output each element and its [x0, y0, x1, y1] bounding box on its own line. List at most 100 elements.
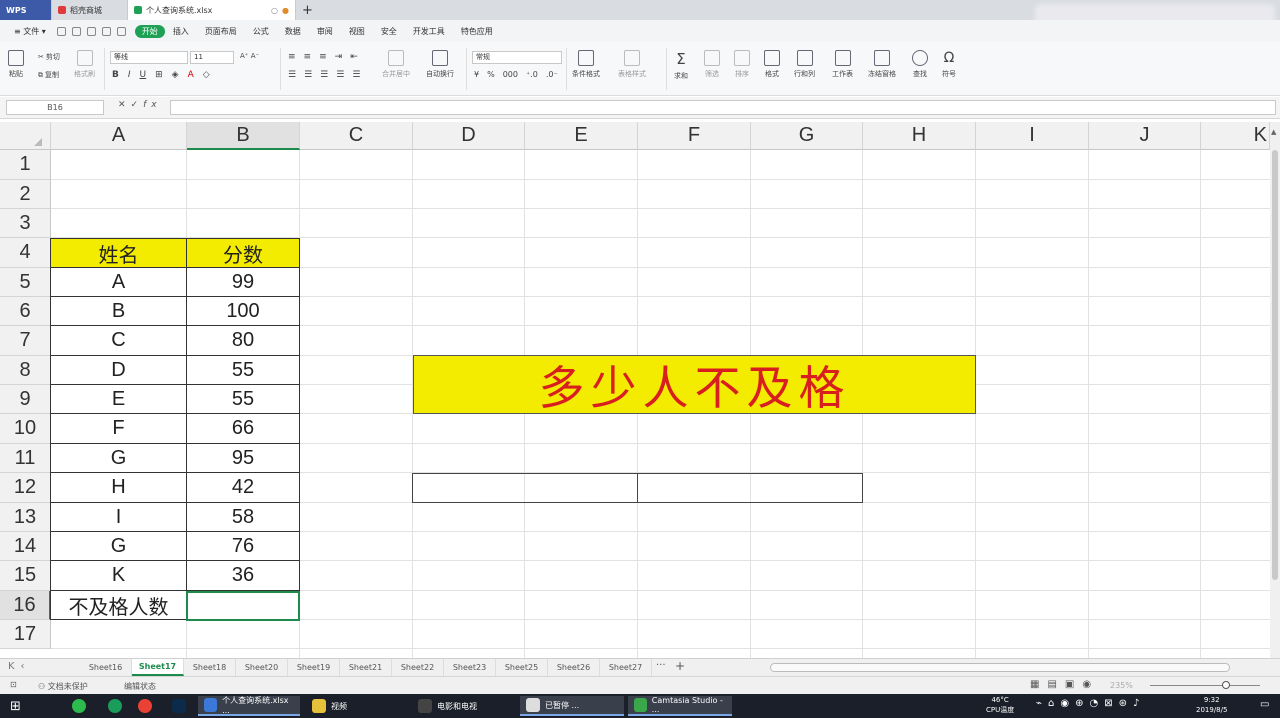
currency-icon[interactable]: ¥ [474, 70, 479, 79]
name-cell[interactable]: I [51, 503, 187, 532]
wechat-icon[interactable] [66, 696, 92, 716]
column-header-e[interactable]: E [525, 122, 638, 150]
score-cell[interactable]: 80 [187, 326, 300, 356]
sheet-tab[interactable]: Sheet19 [288, 659, 340, 676]
worksheet-button[interactable]: 工作表 [832, 50, 853, 79]
row-header-7[interactable]: 7 [0, 326, 51, 356]
more-sheets-icon[interactable]: ··· [656, 660, 666, 671]
preview-icon[interactable] [86, 26, 96, 36]
sum-button[interactable]: Σ 求和 [674, 50, 688, 81]
fill-color-icon[interactable]: ◈ [172, 70, 179, 80]
format-painter-button[interactable]: 格式刷 [74, 50, 95, 79]
name-cell[interactable]: K [51, 561, 187, 591]
undo-icon[interactable] [101, 26, 111, 36]
row-col-button[interactable]: 行和列 [794, 50, 815, 79]
confirm-icon[interactable]: ✓ [131, 100, 144, 110]
wps-home-tab[interactable]: WPS [0, 0, 52, 20]
name-cell[interactable]: G [51, 444, 187, 473]
formula-input[interactable] [170, 100, 1276, 115]
filter-button[interactable]: 筛选 [704, 50, 720, 79]
question-banner[interactable]: 多少人不及格 [413, 355, 976, 415]
row-header-4[interactable]: 4 [0, 238, 51, 268]
font-select[interactable]: 等线 [110, 51, 188, 64]
taskbar-app-video[interactable]: 视频 [306, 696, 406, 716]
name-cell[interactable]: G [51, 532, 187, 561]
save-icon[interactable] [56, 26, 66, 36]
sort-button[interactable]: 排序 [734, 50, 750, 79]
score-cell[interactable]: 36 [187, 561, 300, 591]
name-cell[interactable]: B [51, 297, 187, 326]
copy-button[interactable]: ⧉ 复制 [38, 70, 59, 80]
menu-developer[interactable]: 开发工具 [405, 26, 453, 37]
column-header-f[interactable]: F [638, 122, 751, 150]
row-header-16[interactable]: 16 [0, 591, 51, 620]
score-cell[interactable]: 76 [187, 532, 300, 561]
score-cell[interactable]: 55 [187, 356, 300, 385]
conditional-format-button[interactable]: 条件格式 [572, 50, 600, 79]
menu-data[interactable]: 数据 [277, 26, 309, 37]
row-header-2[interactable]: 2 [0, 180, 51, 209]
column-header-a[interactable]: A [51, 122, 187, 150]
zoom-slider[interactable] [1150, 685, 1260, 686]
sheet-tab[interactable]: Sheet21 [340, 659, 392, 676]
align-left-icon[interactable]: ☰ [288, 70, 296, 80]
wrap-text-button[interactable]: 自动换行 [426, 50, 454, 79]
horizontal-scrollbar[interactable] [770, 663, 1230, 672]
column-header-c[interactable]: C [300, 122, 413, 150]
font-grow-button[interactable]: A⁺ A⁻ [240, 52, 259, 60]
indent-icon[interactable]: ⇥ [335, 52, 343, 62]
browser-icon[interactable] [102, 696, 128, 716]
column-header-h[interactable]: H [863, 122, 976, 150]
align-middle-icon[interactable]: ≡ [304, 52, 312, 62]
sheet-tab[interactable]: Sheet22 [392, 659, 444, 676]
name-box[interactable]: B16 [6, 100, 104, 115]
view-mode-icons[interactable]: ▦▤▣◉ [1030, 679, 1099, 690]
row-header-3[interactable]: 3 [0, 209, 51, 238]
paste-button[interactable]: 粘贴 [8, 50, 24, 79]
underline-button[interactable]: U [140, 70, 147, 80]
row-header-14[interactable]: 14 [0, 532, 51, 561]
font-size-select[interactable]: 11 [190, 51, 234, 64]
distribute-icon[interactable]: ☰ [352, 70, 360, 80]
merged-cell-box[interactable] [637, 473, 863, 503]
sheet-tab[interactable]: Sheet18 [184, 659, 236, 676]
menu-view[interactable]: 视图 [341, 26, 373, 37]
photoshop-icon[interactable] [166, 696, 192, 716]
menu-security[interactable]: 安全 [373, 26, 405, 37]
bold-button[interactable]: B [112, 70, 119, 80]
spreadsheet-grid[interactable]: A B C D E F G H I J K 1 2 3 4 5 6 7 8 9 … [0, 122, 1270, 658]
format-button[interactable]: 格式 [764, 50, 780, 79]
protection-status[interactable]: ⚇ 文档未保护 [38, 681, 88, 692]
row-header-11[interactable]: 11 [0, 444, 51, 473]
taskbar-app-wps[interactable]: 个人查询系统.xlsx ... [198, 696, 300, 716]
thousands-icon[interactable]: 000 [503, 70, 518, 79]
row-header-9[interactable]: 9 [0, 385, 51, 414]
taskbar-app-paused[interactable]: 已暂停 ... [520, 696, 624, 716]
name-cell[interactable]: D [51, 356, 187, 385]
close-icon[interactable]: ○ [271, 6, 278, 15]
taskbar-app-movies[interactable]: 电影和电视 [412, 696, 516, 716]
sheet-tab[interactable]: Sheet23 [444, 659, 496, 676]
merged-cell-box[interactable] [412, 473, 638, 503]
menu-review[interactable]: 审阅 [309, 26, 341, 37]
score-cell[interactable]: 100 [187, 297, 300, 326]
percent-icon[interactable]: % [487, 70, 495, 79]
header-cell-score[interactable]: 分数 [187, 239, 300, 268]
sheet-tab[interactable]: Sheet25 [496, 659, 548, 676]
notification-icon[interactable]: ▭ [1260, 699, 1269, 710]
score-cell[interactable]: 42 [187, 473, 300, 503]
border-icon[interactable]: ⊞ [155, 70, 163, 80]
mall-tab[interactable]: 稻壳商城 [52, 0, 128, 20]
row-header-8[interactable]: 8 [0, 356, 51, 385]
menu-special[interactable]: 特色应用 [453, 26, 501, 37]
score-cell[interactable]: 55 [187, 385, 300, 414]
freeze-panes-button[interactable]: 冻结窗格 [868, 50, 896, 79]
row-header-1[interactable]: 1 [0, 150, 51, 180]
file-tab[interactable]: 个人查询系统.xlsx ○ ● [128, 0, 296, 20]
number-format-select[interactable]: 常规 [472, 51, 562, 64]
start-button[interactable]: ⊞ [4, 696, 27, 716]
column-header-b[interactable]: B [187, 122, 300, 150]
select-all-corner[interactable] [0, 122, 51, 150]
row-header-6[interactable]: 6 [0, 297, 51, 326]
new-tab-button[interactable]: + [296, 0, 319, 20]
